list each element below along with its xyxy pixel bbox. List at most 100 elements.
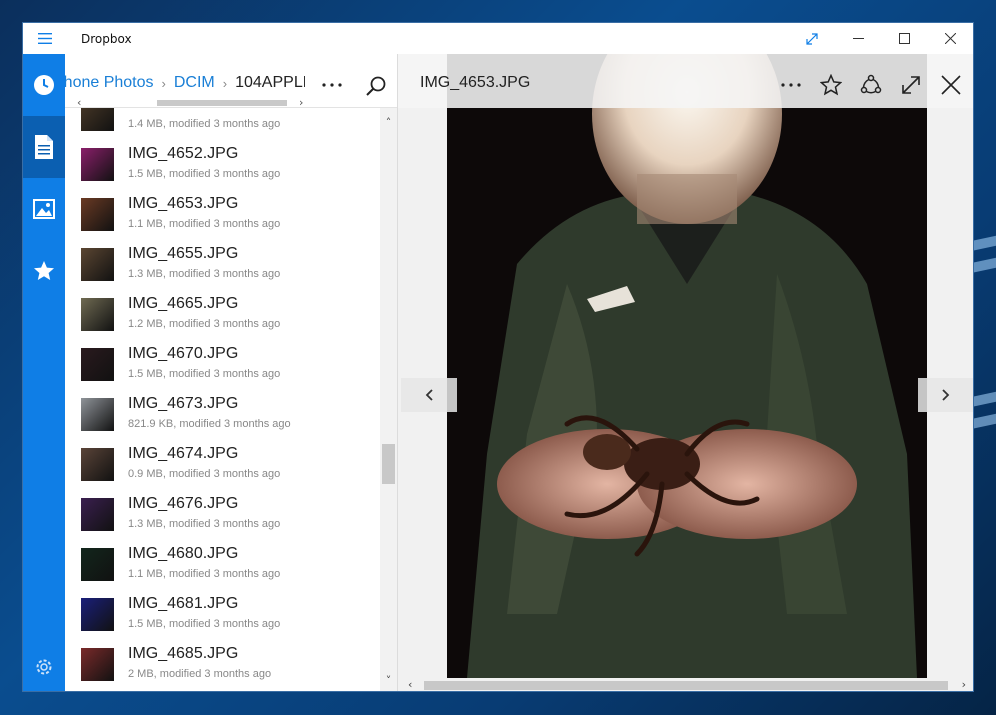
scrollbar-thumb[interactable]	[157, 100, 287, 106]
scroll-up-icon[interactable]: ˄	[380, 116, 397, 129]
list-item[interactable]: IMG_4653.JPG 1.1 MB, modified 3 months a…	[65, 188, 380, 238]
file-name: IMG_4652.JPG	[128, 145, 239, 162]
file-thumbnail	[81, 398, 114, 431]
photo-preview	[447, 54, 927, 678]
file-meta: 0.9 MB, modified 3 months ago	[128, 468, 281, 480]
list-item[interactable]: IMG_4665.JPG 1.2 MB, modified 3 months a…	[65, 288, 380, 338]
preview-scrollbar[interactable]: ‹ ›	[398, 678, 973, 691]
settings-button[interactable]	[23, 647, 65, 687]
file-name: IMG_4653.JPG	[128, 195, 239, 212]
search-button[interactable]	[361, 71, 391, 101]
breadcrumb-scrollbar[interactable]: ‹ ›	[77, 96, 307, 109]
list-item[interactable]: IMG_4655.JPG 1.3 MB, modified 3 months a…	[65, 238, 380, 288]
preview-title: IMG_4653.JPG	[420, 74, 531, 91]
dropbox-window: Dropbox one Photos › DCIM › 104APPL ‹ › …	[22, 22, 974, 692]
file-thumbnail	[81, 448, 114, 481]
file-thumbnail	[81, 298, 114, 331]
close-icon	[941, 75, 961, 95]
file-name: IMG_4685.JPG	[128, 645, 239, 662]
scrollbar-thumb[interactable]	[382, 444, 395, 484]
chevron-left-icon	[425, 389, 433, 401]
minimize-icon	[852, 38, 864, 39]
gear-icon	[36, 659, 52, 675]
list-item[interactable]: IMG_4681.JPG 1.5 MB, modified 3 months a…	[65, 588, 380, 638]
list-item[interactable]: 1.4 MB, modified 3 months ago	[65, 108, 380, 138]
photo-icon	[33, 199, 55, 219]
navigation-rail	[23, 54, 65, 691]
file-list-scrollbar[interactable]: ˄ ˅	[380, 108, 397, 691]
star-icon	[34, 261, 54, 280]
clock-icon	[34, 75, 54, 95]
star-outline-icon	[820, 74, 842, 96]
file-name: IMG_4676.JPG	[128, 495, 239, 512]
fullscreen-button[interactable]	[789, 23, 835, 54]
minimize-button[interactable]	[835, 23, 881, 54]
document-icon	[35, 135, 53, 159]
list-item[interactable]: IMG_4674.JPG 0.9 MB, modified 3 months a…	[65, 438, 380, 488]
scroll-left-icon[interactable]: ‹	[408, 678, 412, 691]
close-preview-button[interactable]	[934, 68, 968, 102]
search-icon	[366, 76, 386, 96]
files-pane: Phone Photos › DCIM › 104APPLE ‹ ›	[65, 54, 397, 691]
file-name: IMG_4674.JPG	[128, 445, 239, 462]
list-item[interactable]: IMG_4680.JPG 1.1 MB, modified 3 months a…	[65, 538, 380, 588]
rail-item-favorites[interactable]	[23, 240, 65, 302]
more-options-button[interactable]	[317, 72, 347, 98]
rail-item-photos[interactable]	[23, 178, 65, 240]
file-meta: 821.9 KB, modified 3 months ago	[128, 418, 291, 430]
previous-photo-button[interactable]	[401, 378, 457, 412]
favorite-button[interactable]	[814, 68, 848, 102]
scroll-down-icon[interactable]: ˅	[380, 674, 397, 687]
file-thumbnail	[81, 248, 114, 281]
photo-content	[447, 54, 927, 678]
file-meta: 1.5 MB, modified 3 months ago	[128, 618, 281, 630]
file-name: IMG_4680.JPG	[128, 545, 239, 562]
title-bar: Dropbox	[23, 23, 973, 54]
file-thumbnail	[81, 148, 114, 181]
next-photo-button[interactable]	[918, 378, 973, 412]
breadcrumb-item-phone-photos[interactable]: Phone Photos	[65, 74, 154, 92]
breadcrumb: Phone Photos › DCIM › 104APPLE	[65, 74, 305, 96]
scroll-right-icon[interactable]: ›	[962, 678, 966, 691]
file-name: IMG_4655.JPG	[128, 245, 239, 262]
file-thumbnail	[81, 348, 114, 381]
list-item[interactable]: IMG_4670.JPG 1.5 MB, modified 3 months a…	[65, 338, 380, 388]
file-meta: 2 MB, modified 3 months ago	[128, 668, 272, 680]
rail-item-recent[interactable]	[23, 54, 65, 116]
list-item[interactable]: IMG_4673.JPG 821.9 KB, modified 3 months…	[65, 388, 380, 438]
breadcrumb-fade	[65, 92, 105, 96]
share-icon	[860, 74, 882, 94]
list-item[interactable]: IMG_4685.JPG 2 MB, modified 3 months ago	[65, 638, 380, 688]
expand-icon	[902, 76, 920, 94]
file-meta: 1.1 MB, modified 3 months ago	[128, 568, 281, 580]
preview-toolbar: IMG_4653.JPG	[398, 54, 973, 108]
more-options-button[interactable]	[774, 68, 808, 102]
hamburger-icon	[38, 33, 52, 44]
close-window-button[interactable]	[927, 23, 973, 54]
file-meta: 1.5 MB, modified 3 months ago	[128, 368, 281, 380]
fullscreen-preview-button[interactable]	[894, 68, 928, 102]
file-name: IMG_4681.JPG	[128, 595, 239, 612]
chevron-right-icon: ›	[222, 75, 228, 91]
share-button[interactable]	[854, 68, 888, 102]
file-name: IMG_4670.JPG	[128, 345, 239, 362]
window-controls	[789, 23, 973, 54]
breadcrumb-item-dcim[interactable]: DCIM	[174, 74, 215, 92]
hamburger-menu-button[interactable]	[23, 23, 67, 54]
list-item[interactable]: IMG_4652.JPG 1.5 MB, modified 3 months a…	[65, 138, 380, 188]
chevron-right-icon: ›	[161, 75, 166, 91]
file-list: 1.4 MB, modified 3 months ago IMG_4652.J…	[65, 108, 380, 691]
file-meta: 1.4 MB, modified 3 months ago	[128, 118, 281, 130]
preview-pane: IMG_4653.JPG ‹ ›	[397, 54, 973, 691]
close-icon	[944, 33, 956, 44]
file-meta: 1.3 MB, modified 3 months ago	[128, 518, 281, 530]
file-thumbnail	[81, 198, 114, 231]
list-item[interactable]: IMG_4676.JPG 1.3 MB, modified 3 months a…	[65, 488, 380, 538]
rail-item-files[interactable]	[23, 116, 65, 178]
scrollbar-thumb[interactable]	[424, 681, 948, 690]
ellipsis-icon	[322, 83, 342, 87]
maximize-button[interactable]	[881, 23, 927, 54]
file-thumbnail	[81, 598, 114, 631]
file-thumbnail	[81, 498, 114, 531]
files-header: Phone Photos › DCIM › 104APPLE ‹ ›	[65, 54, 397, 109]
